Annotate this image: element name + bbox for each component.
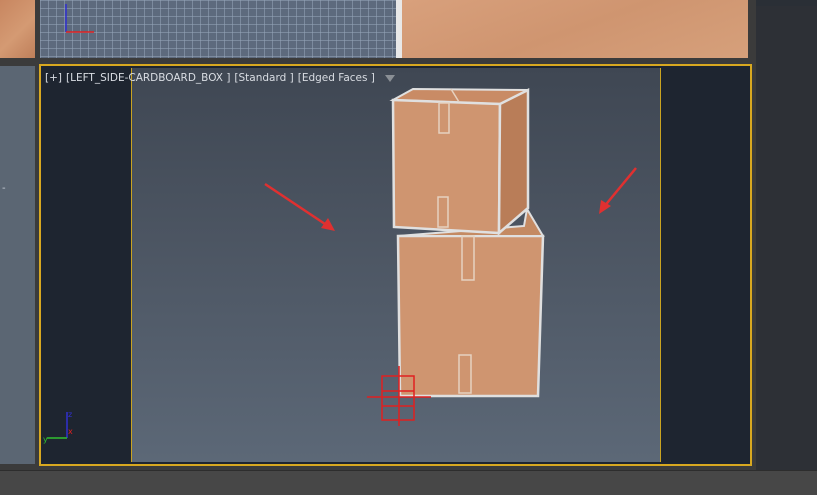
svg-text:x: x <box>68 427 73 436</box>
left-viewport-panel[interactable] <box>0 66 35 464</box>
upper-box-side-face <box>497 87 530 236</box>
annotation-arrow-right <box>599 167 637 214</box>
svg-text:z: z <box>68 410 72 419</box>
viewport-axis-tripod-icon: y z x <box>43 410 73 444</box>
top-axis-tripod-icon <box>65 4 94 33</box>
bottom-toolbar <box>0 470 817 495</box>
upper-box-front-face <box>391 98 502 235</box>
top-right-viewport-texture[interactable] <box>402 0 748 58</box>
top-viewport-grid[interactable] <box>40 0 396 58</box>
svg-text:y: y <box>43 435 48 444</box>
right-side-panel <box>756 6 817 470</box>
top-left-viewport-texture[interactable] <box>0 0 35 58</box>
left-panel-mark: - <box>2 183 6 194</box>
left-viewport[interactable]: [+] [LEFT_SIDE-CARDBOARD_BOX ] [Standard… <box>39 64 752 466</box>
scene-canvas[interactable]: y z x <box>41 66 750 464</box>
annotation-arrow-left <box>264 182 335 231</box>
